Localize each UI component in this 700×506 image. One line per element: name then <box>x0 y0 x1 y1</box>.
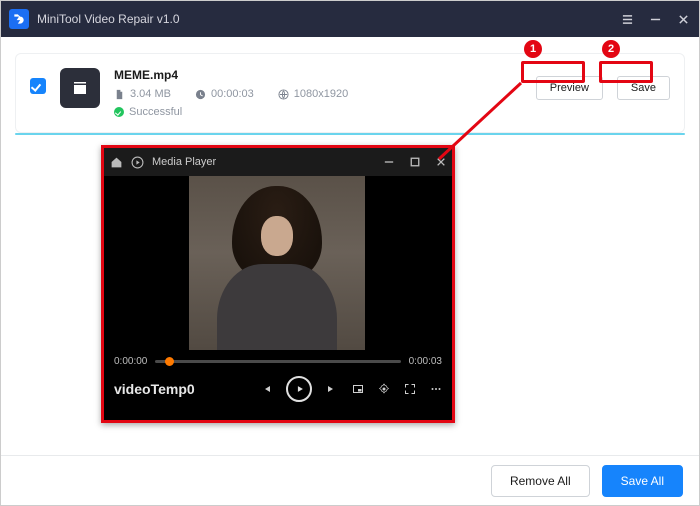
player-app-icon <box>131 156 144 169</box>
annotation-badge-1: 1 <box>524 40 542 58</box>
app-window: MiniTool Video Repair v1.0 MEME.mp4 <box>0 0 700 506</box>
minimize-button[interactable] <box>643 7 667 31</box>
video-frame <box>189 176 365 350</box>
next-button[interactable] <box>326 383 338 395</box>
close-button[interactable] <box>671 7 695 31</box>
file-icon <box>114 89 125 100</box>
play-button[interactable] <box>286 376 312 402</box>
file-size-value: 3.04 MB <box>130 88 171 100</box>
file-size: 3.04 MB <box>114 88 171 100</box>
file-name: MEME.mp4 <box>114 66 522 82</box>
app-title: MiniTool Video Repair v1.0 <box>37 12 615 26</box>
time-length: 0:00:03 <box>409 356 442 367</box>
remove-all-button[interactable]: Remove All <box>491 465 590 497</box>
file-status-value: Successful <box>129 106 182 118</box>
separator-line <box>15 133 685 135</box>
home-icon[interactable] <box>110 156 123 169</box>
file-resolution: 1080x1920 <box>278 88 348 100</box>
player-title: Media Player <box>152 156 216 168</box>
preview-button[interactable]: Preview <box>536 76 603 100</box>
settings-icon[interactable] <box>378 383 390 395</box>
file-duration: 00:00:03 <box>195 88 254 100</box>
prev-button[interactable] <box>260 383 272 395</box>
player-close-button[interactable] <box>436 157 446 167</box>
seek-row: 0:00:00 0:00:03 <box>104 350 452 369</box>
file-duration-value: 00:00:03 <box>211 88 254 100</box>
menu-button[interactable] <box>615 7 639 31</box>
miniview-button[interactable] <box>352 383 364 395</box>
clock-icon <box>195 89 206 100</box>
file-meta: MEME.mp4 3.04 MB 00:00:03 1080x1920 <box>114 66 522 118</box>
player-maximize-button[interactable] <box>410 157 420 167</box>
media-player: Media Player 0:00:00 0:00:03 videoTemp0 <box>101 145 455 423</box>
titlebar: MiniTool Video Repair v1.0 <box>1 1 699 37</box>
fullscreen-button[interactable] <box>404 383 416 395</box>
file-thumbnail-icon <box>60 68 100 108</box>
save-all-button[interactable]: Save All <box>602 465 683 497</box>
file-resolution-value: 1080x1920 <box>294 88 348 100</box>
save-button[interactable]: Save <box>617 76 670 100</box>
app-logo-icon <box>9 9 29 29</box>
file-actions: Preview Save <box>536 76 670 100</box>
player-minimize-button[interactable] <box>384 157 394 167</box>
player-controls: videoTemp0 <box>104 369 452 409</box>
annotation-badge-2: 2 <box>602 40 620 58</box>
time-position: 0:00:00 <box>114 356 147 367</box>
video-temp-name: videoTemp0 <box>114 381 260 397</box>
file-status: Successful <box>114 106 522 118</box>
resolution-icon <box>278 89 289 100</box>
player-titlebar: Media Player <box>104 148 452 176</box>
success-icon <box>114 107 124 117</box>
more-button[interactable] <box>430 383 442 395</box>
seek-bar[interactable] <box>155 360 400 363</box>
file-card: MEME.mp4 3.04 MB 00:00:03 1080x1920 <box>15 53 685 133</box>
file-checkbox[interactable] <box>30 78 46 94</box>
footer: Remove All Save All <box>1 455 699 505</box>
seek-handle[interactable] <box>165 357 174 366</box>
video-area[interactable] <box>104 176 452 350</box>
